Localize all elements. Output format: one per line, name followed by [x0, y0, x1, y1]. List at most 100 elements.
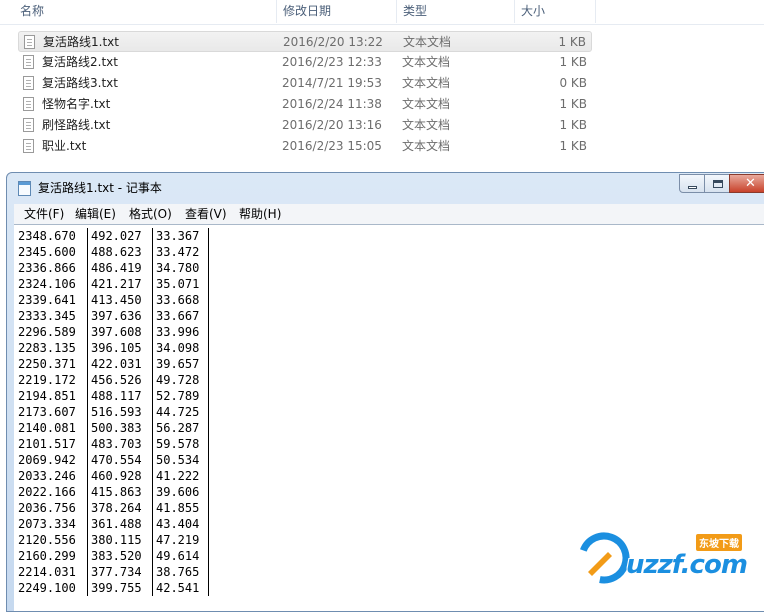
column-header-type[interactable]: 类型: [396, 0, 514, 23]
text-file-icon: [23, 139, 34, 153]
close-icon: ✕: [745, 176, 756, 191]
file-row[interactable]: 职业.txt 2016/2/23 15:05 文本文档 1 KB: [18, 136, 592, 157]
coordinate-value: 2219.172: [18, 372, 88, 388]
menu-view[interactable]: 查看(V): [182, 204, 230, 224]
file-date: 2016/2/20 13:16: [282, 118, 382, 132]
menu-file[interactable]: 文件(F): [21, 204, 67, 224]
menu-help[interactable]: 帮助(H): [236, 204, 284, 224]
file-type: 文本文档: [402, 76, 451, 90]
coordinate-value: 2339.641: [18, 292, 88, 308]
coordinate-value: 2249.100: [18, 580, 88, 596]
text-line: 2069.942 470.554 50.534: [18, 452, 764, 468]
text-file-icon: [23, 118, 34, 132]
column-header-size[interactable]: 大小: [514, 0, 596, 23]
column-header-date[interactable]: 修改日期: [276, 0, 396, 23]
coordinate-value: 42.541: [153, 580, 209, 596]
file-list: 复活路线1.txt 2016/2/20 13:22 文本文档 1 KB 复活路线2.tx…: [0, 31, 764, 157]
file-size: 1 KB: [559, 118, 587, 132]
close-button[interactable]: ✕: [729, 174, 764, 193]
coordinate-value: 2069.942: [18, 452, 88, 468]
coordinate-value: 41.855: [153, 500, 209, 516]
text-line: 2194.851 488.117 52.789: [18, 388, 764, 404]
text-file-icon: [23, 97, 34, 111]
coordinate-value: 399.755: [88, 580, 153, 596]
file-name: 刷怪路线.txt: [42, 118, 111, 132]
text-line: 2348.670 492.027 33.367: [18, 228, 764, 244]
title-bar[interactable]: 复活路线1.txt - 记事本 ✕: [7, 173, 764, 203]
text-line: 2296.589 397.608 33.996: [18, 324, 764, 340]
coordinate-value: 34.780: [153, 260, 209, 276]
coordinate-value: 488.117: [88, 388, 153, 404]
coordinate-value: 483.703: [88, 436, 153, 452]
coordinate-value: 52.789: [153, 388, 209, 404]
text-file-icon: [24, 35, 35, 49]
uzzf-watermark: uzzf.com 东坡下载: [578, 532, 764, 592]
coordinate-value: 396.105: [88, 340, 153, 356]
coordinate-value: 33.367: [153, 228, 209, 244]
maximize-button[interactable]: [704, 174, 730, 193]
file-row[interactable]: 复活路线3.txt 2014/7/21 19:53 文本文档 0 KB: [18, 73, 592, 94]
coordinate-value: 2336.866: [18, 260, 88, 276]
coordinate-value: 378.264: [88, 500, 153, 516]
file-date: 2016/2/24 11:38: [282, 97, 382, 111]
minimize-button[interactable]: [679, 174, 705, 193]
text-line: 2336.866 486.419 34.780: [18, 260, 764, 276]
coordinate-value: 43.404: [153, 516, 209, 532]
file-size: 1 KB: [558, 35, 586, 49]
coordinate-value: 2283.135: [18, 340, 88, 356]
coordinate-value: 488.623: [88, 244, 153, 260]
column-header-name[interactable]: 名称: [14, 0, 276, 23]
coordinate-value: 516.593: [88, 404, 153, 420]
coordinate-value: 33.667: [153, 308, 209, 324]
coordinate-value: 415.863: [88, 484, 153, 500]
text-line: 2173.607 516.593 44.725: [18, 404, 764, 420]
coordinate-value: 2296.589: [18, 324, 88, 340]
coordinate-value: 456.526: [88, 372, 153, 388]
coordinate-value: 38.765: [153, 564, 209, 580]
file-type: 文本文档: [402, 55, 451, 69]
coordinate-value: 47.219: [153, 532, 209, 548]
uzzf-logo-icon: [578, 532, 630, 584]
coordinate-value: 50.534: [153, 452, 209, 468]
text-line: 2033.246 460.928 41.222: [18, 468, 764, 484]
text-line: 2339.641 413.450 33.668: [18, 292, 764, 308]
text-line: 2324.106 421.217 35.071: [18, 276, 764, 292]
file-date: 2016/2/23 15:05: [282, 139, 382, 153]
column-header-row: 名称 修改日期 类型 大小: [0, 0, 764, 25]
coordinate-value: 2348.670: [18, 228, 88, 244]
file-row[interactable]: 复活路线2.txt 2016/2/23 12:33 文本文档 1 KB: [18, 52, 592, 73]
text-line: 2140.081 500.383 56.287: [18, 420, 764, 436]
notepad-icon: [18, 181, 31, 196]
coordinate-value: 2333.345: [18, 308, 88, 324]
text-line: 2345.600 488.623 33.472: [18, 244, 764, 260]
text-line: 2036.756 378.264 41.855: [18, 500, 764, 516]
file-type: 文本文档: [402, 97, 451, 111]
file-row[interactable]: 怪物名字.txt 2016/2/24 11:38 文本文档 1 KB: [18, 94, 592, 115]
file-name: 复活路线1.txt: [43, 35, 119, 49]
file-row[interactable]: 刷怪路线.txt 2016/2/20 13:16 文本文档 1 KB: [18, 115, 592, 136]
coordinate-value: 41.222: [153, 468, 209, 484]
menu-edit[interactable]: 编辑(E): [72, 204, 119, 224]
text-line: 2333.345 397.636 33.667: [18, 308, 764, 324]
file-date: 2016/2/23 12:33: [282, 55, 382, 69]
coordinate-value: 422.031: [88, 356, 153, 372]
coordinate-value: 397.608: [88, 324, 153, 340]
coordinate-value: 2140.081: [18, 420, 88, 436]
file-size: 1 KB: [559, 139, 587, 153]
coordinate-value: 2214.031: [18, 564, 88, 580]
coordinate-value: 49.614: [153, 548, 209, 564]
file-size: 1 KB: [559, 55, 587, 69]
text-line: 2219.172 456.526 49.728: [18, 372, 764, 388]
explorer-file-list: 名称 修改日期 类型 大小 复活路线1.txt 2016/2/20 13:22 文本…: [0, 0, 764, 172]
coordinate-value: 361.488: [88, 516, 153, 532]
coordinate-value: 460.928: [88, 468, 153, 484]
file-row[interactable]: 复活路线1.txt 2016/2/20 13:22 文本文档 1 KB: [18, 31, 592, 52]
coordinate-value: 470.554: [88, 452, 153, 468]
file-name: 复活路线3.txt: [42, 76, 118, 90]
coordinate-value: 2101.517: [18, 436, 88, 452]
watermark-badge: 东坡下载: [696, 534, 742, 551]
coordinate-value: 2036.756: [18, 500, 88, 516]
menu-format[interactable]: 格式(O): [126, 204, 175, 224]
file-date: 2016/2/20 13:22: [283, 35, 383, 49]
text-line: 2250.371 422.031 39.657: [18, 356, 764, 372]
